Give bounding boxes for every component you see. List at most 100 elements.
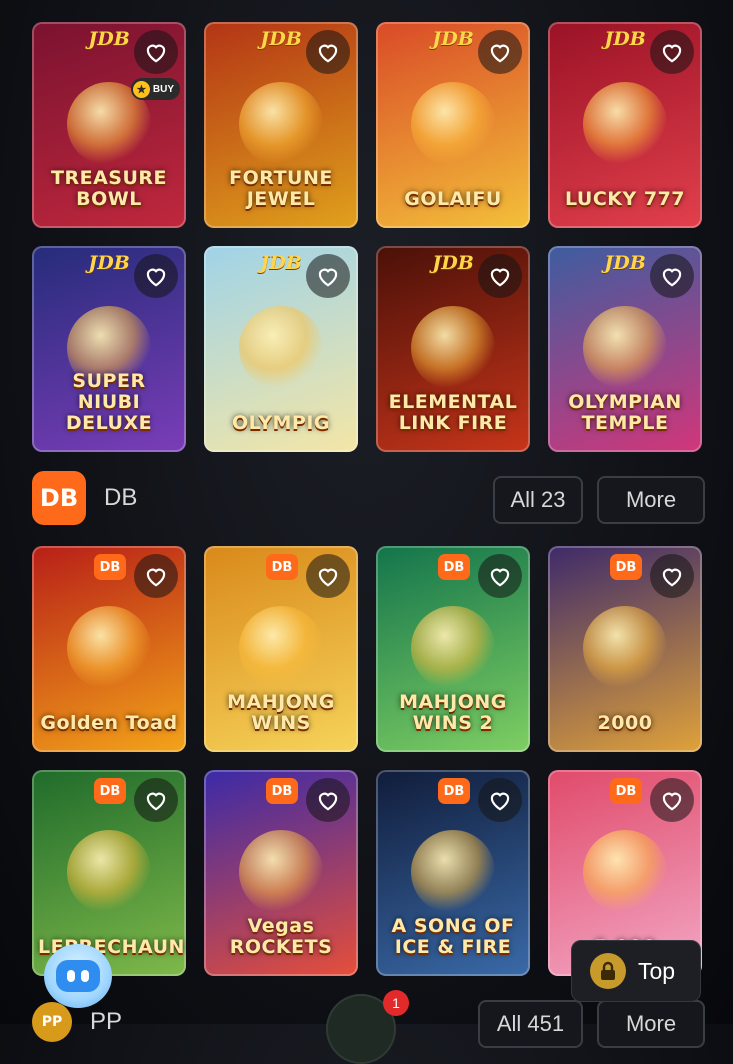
favorite-button[interactable]: [306, 254, 350, 298]
provider-badge: DB: [610, 554, 642, 580]
provider-badge: DB: [266, 554, 298, 580]
game-card[interactable]: JDB FORTUNE JEWEL: [204, 22, 358, 228]
game-artwork: [239, 606, 323, 690]
game-card[interactable]: JDB SUPER NIUBI DELUXE: [32, 246, 186, 452]
game-artwork: [239, 306, 323, 390]
all-games-button[interactable]: All 23: [493, 476, 583, 524]
game-artwork: [583, 82, 667, 166]
back-to-top-button[interactable]: Top: [571, 940, 701, 1002]
provider-badge: JDB: [432, 28, 474, 50]
game-card[interactable]: DB 2000: [548, 546, 702, 752]
game-artwork: [411, 606, 495, 690]
game-card[interactable]: DB MAHJONG WINS 2: [376, 546, 530, 752]
favorite-button[interactable]: [134, 778, 178, 822]
game-artwork: [583, 830, 667, 914]
provider-badge: DB: [94, 554, 126, 580]
game-title: FORTUNE JEWEL: [229, 167, 333, 210]
game-card[interactable]: DB MAHJONG WINS: [204, 546, 358, 752]
game-title: 2000: [597, 712, 653, 734]
provider-badge: DB: [610, 778, 642, 804]
heart-outline-icon: [662, 268, 682, 287]
game-artwork: [239, 82, 323, 166]
game-card[interactable]: DB Golden Toad: [32, 546, 186, 752]
top-label: Top: [638, 957, 676, 984]
game-artwork: [583, 606, 667, 690]
heart-outline-icon: [318, 268, 338, 287]
favorite-button[interactable]: [134, 554, 178, 598]
heart-outline-icon: [662, 792, 682, 811]
provider-badge: JDB: [260, 252, 302, 274]
game-title: OLYMPIG: [231, 412, 331, 434]
game-title: LUCKY 777: [564, 188, 686, 210]
game-title: MAHJONG WINS 2: [399, 691, 507, 734]
db-games-grid: DB Golden Toad DB MAHJONG WINS DB MAHJONG WIN…: [32, 546, 702, 976]
provider-badge: JDB: [88, 28, 130, 50]
notification-badge: 1: [383, 990, 409, 1016]
provider-name: DB: [104, 484, 138, 511]
provider-badge: DB: [94, 778, 126, 804]
heart-outline-icon: [490, 568, 510, 587]
provider-header-db: DB DB All 23 More: [32, 470, 705, 526]
favorite-button[interactable]: [134, 30, 178, 74]
favorite-button[interactable]: [306, 554, 350, 598]
favorite-button[interactable]: [306, 30, 350, 74]
game-card[interactable]: JDB ELEMENTAL LINK FIRE: [376, 246, 530, 452]
game-title: MAHJONG WINS: [227, 691, 335, 734]
provider-badge: JDB: [260, 28, 302, 50]
game-title: GOLAIFU: [404, 188, 502, 210]
buy-label: BUY: [152, 83, 174, 95]
lock-icon: [590, 953, 626, 989]
robot-icon: [56, 960, 100, 992]
provider-name: PP: [90, 1008, 123, 1035]
provider-badge: JDB: [88, 252, 130, 274]
provider-badge: JDB: [604, 252, 646, 274]
game-title: OLYMPIAN TEMPLE: [568, 391, 682, 434]
favorite-button[interactable]: [134, 254, 178, 298]
favorite-button[interactable]: [478, 30, 522, 74]
game-artwork: [583, 306, 667, 390]
game-title: Golden Toad: [40, 712, 178, 734]
favorite-button[interactable]: [650, 254, 694, 298]
provider-logo-pp[interactable]: PP: [32, 1002, 72, 1042]
provider-logo-db[interactable]: DB: [32, 471, 86, 525]
heart-outline-icon: [662, 44, 682, 63]
provider-badge: JDB: [604, 28, 646, 50]
star-icon: ★: [132, 80, 150, 98]
favorite-button[interactable]: [478, 254, 522, 298]
provider-badge: JDB: [432, 252, 474, 274]
game-title: SUPER NIUBI DELUXE: [65, 370, 153, 434]
game-card[interactable]: JDB OLYMPIG: [204, 246, 358, 452]
favorite-button[interactable]: [650, 554, 694, 598]
favorite-button[interactable]: [650, 30, 694, 74]
game-card[interactable]: DB LEPRECHAUN: [32, 770, 186, 976]
game-title: A SONG OF ICE & FIRE: [391, 915, 515, 958]
game-card[interactable]: JDB GOLAIFU: [376, 22, 530, 228]
all-games-button[interactable]: All 451: [478, 1000, 583, 1048]
game-card[interactable]: DB Vegas ROCKETS: [204, 770, 358, 976]
assistant-button[interactable]: [44, 944, 112, 1008]
heart-outline-icon: [490, 268, 510, 287]
game-artwork: [239, 830, 323, 914]
heart-outline-icon: [490, 44, 510, 63]
more-button[interactable]: More: [597, 476, 705, 524]
game-card[interactable]: JDB LUCKY 777: [548, 22, 702, 228]
jdb-games-grid: JDB ★ BUY TREASURE BOWL JDB FORTUNE JEWEL JDB G…: [32, 22, 702, 452]
heart-outline-icon: [662, 568, 682, 587]
game-card[interactable]: JDB ★ BUY TREASURE BOWL: [32, 22, 186, 228]
more-button[interactable]: More: [597, 1000, 705, 1048]
game-title: ELEMENTAL LINK FIRE: [388, 391, 518, 434]
provider-badge: DB: [438, 554, 470, 580]
heart-outline-icon: [490, 792, 510, 811]
game-artwork: [411, 82, 495, 166]
game-artwork: [67, 830, 151, 914]
favorite-button[interactable]: [306, 778, 350, 822]
favorite-button[interactable]: [478, 778, 522, 822]
favorite-button[interactable]: [650, 778, 694, 822]
game-card[interactable]: JDB OLYMPIAN TEMPLE: [548, 246, 702, 452]
heart-outline-icon: [318, 568, 338, 587]
buy-feature-badge: ★ BUY: [130, 78, 180, 100]
heart-outline-icon: [318, 44, 338, 63]
favorite-button[interactable]: [478, 554, 522, 598]
game-card[interactable]: DB A SONG OF ICE & FIRE: [376, 770, 530, 976]
heart-outline-icon: [146, 792, 166, 811]
